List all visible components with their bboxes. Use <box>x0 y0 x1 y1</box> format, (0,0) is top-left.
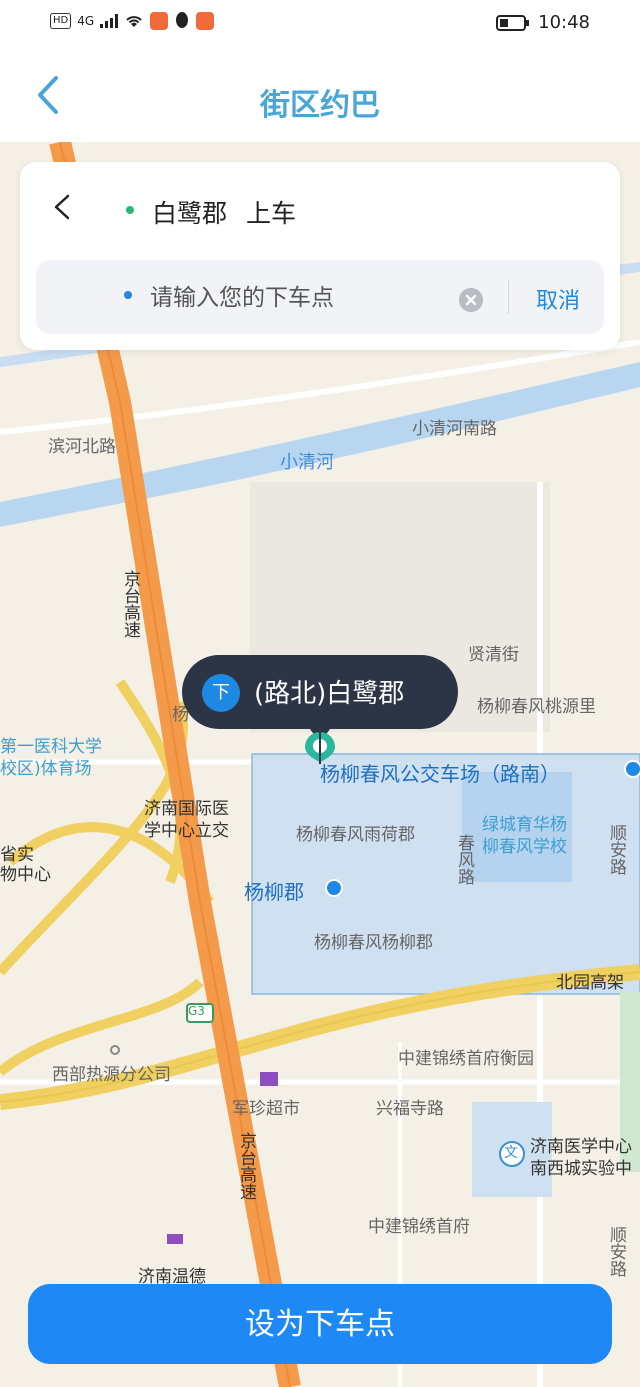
status-right: 10:48 <box>496 12 590 33</box>
qq-icon <box>176 12 189 28</box>
map-label-busstop: 杨柳春风公交车场（路南） <box>320 762 560 786</box>
school-icon: 文 <box>504 1145 518 1161</box>
location-pin-icon <box>305 730 335 764</box>
hd-badge: HD <box>50 13 72 29</box>
map-label-jingtai-1: 京台高速 <box>120 570 140 638</box>
map-label-binhe: 滨河北路 <box>48 437 116 457</box>
pickup-tag: 上车 <box>246 199 297 228</box>
cancel-button[interactable]: 取消 <box>536 283 580 315</box>
network-label: 4G <box>77 14 95 28</box>
set-dropoff-button[interactable]: 设为下车点 <box>28 1284 612 1364</box>
map-label-xiaoqinghe-road: 小清河南路 <box>412 419 497 439</box>
map-label-lvcheng-2: 柳春风学校 <box>482 837 567 857</box>
map-label-xianqing: 贤清街 <box>468 645 519 665</box>
map-label-university-2: 校区)体育场 <box>0 759 92 779</box>
route-search-card: 白鹭郡 上车 取消 <box>20 162 620 350</box>
map-label-yangliu: 杨柳郡 <box>244 880 304 904</box>
map-label-shunan-2: 顺安路 <box>606 1226 626 1277</box>
map-label-zhongjian-1: 中建锦绣首府衡园 <box>398 1049 534 1069</box>
map-label-yangliu-jun: 杨柳春风杨柳郡 <box>314 933 433 953</box>
pickup-dot-icon <box>126 206 134 214</box>
map-label-xiaoqinghe: 小清河 <box>280 452 334 473</box>
map-label-junzhen: 军珍超市 <box>232 1099 300 1119</box>
map-label-jinan-medical-2: 学中心立交 <box>144 821 229 841</box>
map-label-gym-2: 物中心 <box>0 865 51 885</box>
map-label-zhongjian-2: 中建锦绣首府 <box>368 1217 470 1237</box>
status-left: HD 4G <box>50 12 215 30</box>
pickup-location-name[interactable]: 白鹭郡 <box>152 194 227 230</box>
map-label-jingtai-2: 京台高速 <box>236 1132 256 1200</box>
marker-label: (路北)白鹭郡 <box>254 679 405 709</box>
map-label-xibu: 西部热源分公司 <box>52 1065 171 1085</box>
clear-icon[interactable] <box>459 288 483 312</box>
map-label-heyu: 杨柳春风雨荷郡 <box>296 825 415 845</box>
app-header: 街区约巴 <box>0 50 640 142</box>
map-label-taoyuan: 杨柳春风桃源里 <box>477 697 596 717</box>
map-label-jinan-school-2: 南西城实验中 <box>530 1159 632 1179</box>
signal-icon <box>100 14 119 28</box>
page-title: 街区约巴 <box>260 88 380 123</box>
map-label-chunfeng: 春风路 <box>454 834 474 885</box>
battery-icon <box>496 14 530 31</box>
clock: 10:48 <box>538 12 590 33</box>
divider <box>508 280 509 314</box>
dropoff-dot-icon <box>124 291 132 299</box>
dropoff-input-row: 取消 <box>36 260 604 334</box>
map-label-shunan: 顺安路 <box>606 824 626 875</box>
dropoff-input[interactable] <box>148 276 442 320</box>
dropoff-marker-icon: 下 <box>202 674 240 712</box>
map-label-beiyuan: 北园高架 <box>556 973 624 993</box>
card-back-icon[interactable] <box>50 192 74 222</box>
app-notification-icon <box>150 12 169 30</box>
location-marker-bubble[interactable]: 下 (路北)白鹭郡 <box>182 655 458 729</box>
wifi-icon <box>126 16 142 27</box>
status-bar: HD 4G 10:48 <box>0 0 640 50</box>
app-notification-icon-2 <box>196 12 215 30</box>
map-label-g3: G3 <box>188 1004 205 1018</box>
map-label-xingfusi: 兴福寺路 <box>376 1099 444 1119</box>
